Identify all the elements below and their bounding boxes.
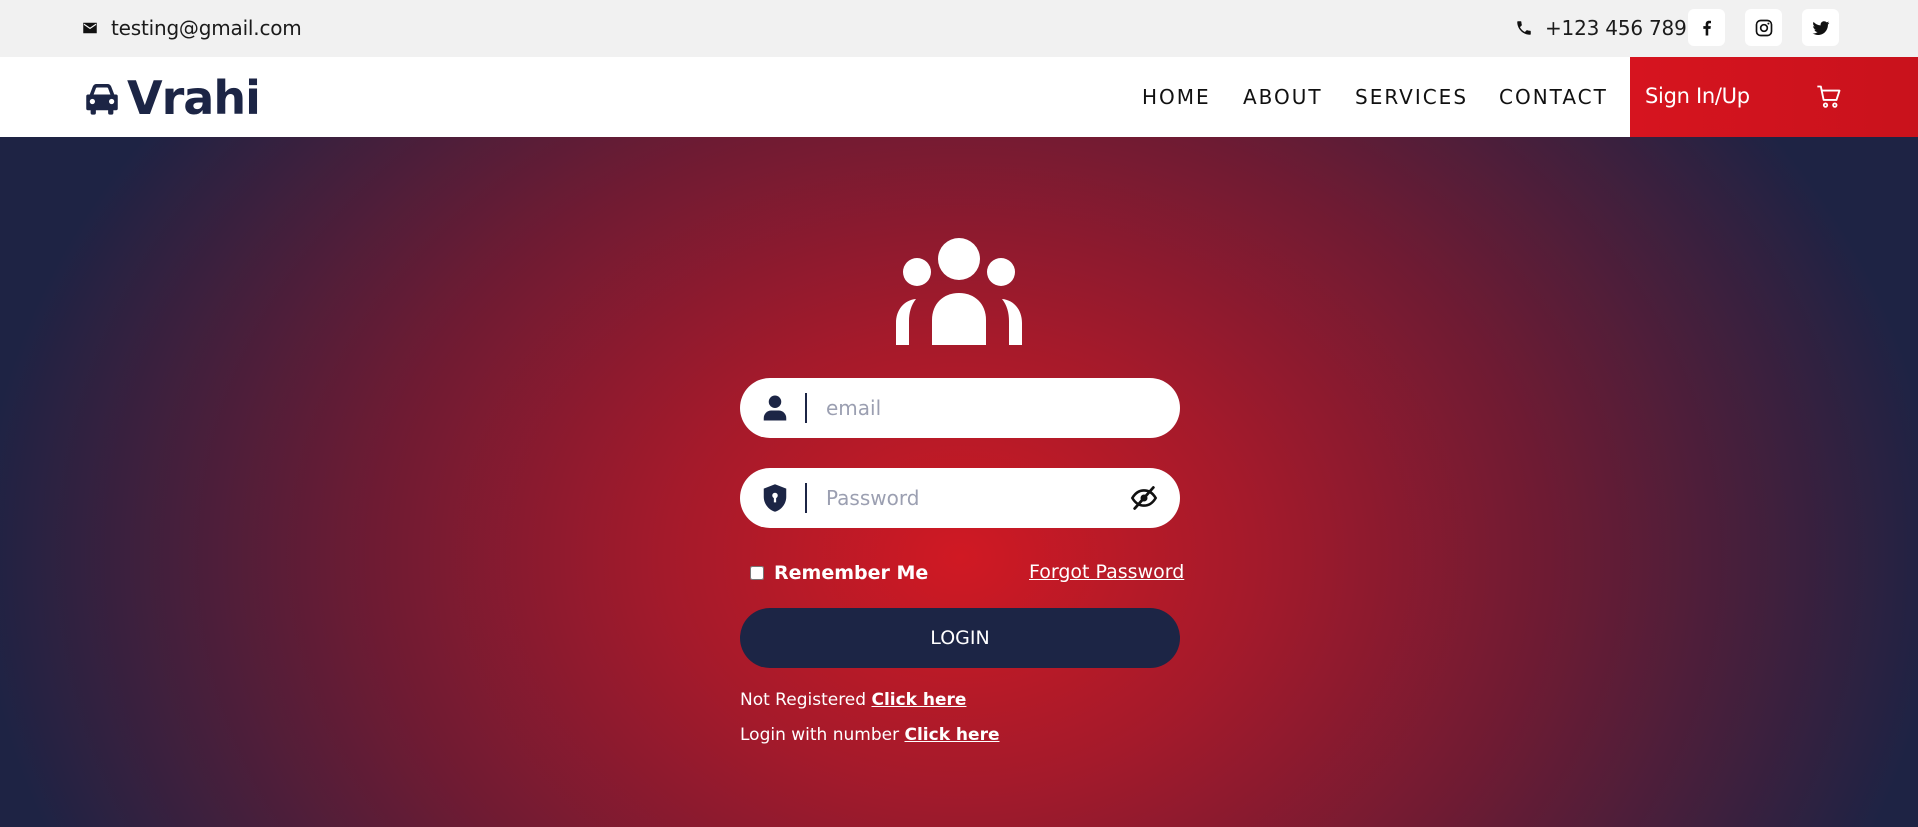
phone-text: +123 456 789 [1545,16,1687,40]
contact-email: testing@gmail.com [81,16,302,40]
instagram-link[interactable] [1745,9,1782,46]
brand-logo[interactable]: Vrahi [81,71,261,125]
nav-contact[interactable]: CONTACT [1499,85,1608,109]
user-icon [763,395,787,421]
remember-me-checkbox[interactable] [750,566,764,580]
nav-services[interactable]: SERVICES [1355,85,1468,109]
phone-icon [1517,21,1531,35]
mail-icon [83,22,97,34]
field-separator [805,483,807,513]
car-icon [86,84,118,115]
top-bar: testing@gmail.com +123 456 789 [0,0,1918,57]
nav-home[interactable]: HOME [1142,85,1211,109]
login-number-text: Login with number [740,725,900,745]
users-group-icon [896,238,1022,345]
twitter-link[interactable] [1802,9,1839,46]
login-hero: Remember Me Forgot Password LOGIN Not Re… [0,137,1918,827]
instagram-icon [1755,19,1772,36]
field-separator [805,393,807,423]
register-line: Not Registered Click here [740,690,966,710]
remember-me: Remember Me [750,562,928,584]
signin-button[interactable]: Sign In/Up [1645,84,1750,108]
facebook-link[interactable] [1688,9,1725,46]
login-number-line: Login with number Click here [740,725,999,745]
shield-lock-icon [763,484,787,512]
register-link[interactable]: Click here [871,690,966,710]
eye-slash-icon[interactable] [1130,484,1158,512]
brand-name: Vrahi [127,71,261,125]
password-input[interactable] [826,482,1126,514]
nav-about[interactable]: ABOUT [1243,85,1323,109]
main-navbar: Vrahi HOME ABOUT SERVICES CONTACT Sign I… [0,57,1918,137]
email-input[interactable] [826,392,1126,424]
not-registered-text: Not Registered [740,690,867,710]
login-number-link[interactable]: Click here [905,725,1000,745]
password-field [740,468,1180,528]
signin-panel: Sign In/Up [1630,57,1918,137]
contact-phone: +123 456 789 [1515,16,1687,40]
cart-icon[interactable] [1815,83,1843,111]
forgot-password-link[interactable]: Forgot Password [1029,561,1184,583]
facebook-icon [1702,20,1711,35]
remember-me-label: Remember Me [774,562,929,584]
email-text: testing@gmail.com [111,16,302,40]
email-field [740,378,1180,438]
twitter-icon [1812,20,1829,35]
login-button[interactable]: LOGIN [740,608,1180,668]
